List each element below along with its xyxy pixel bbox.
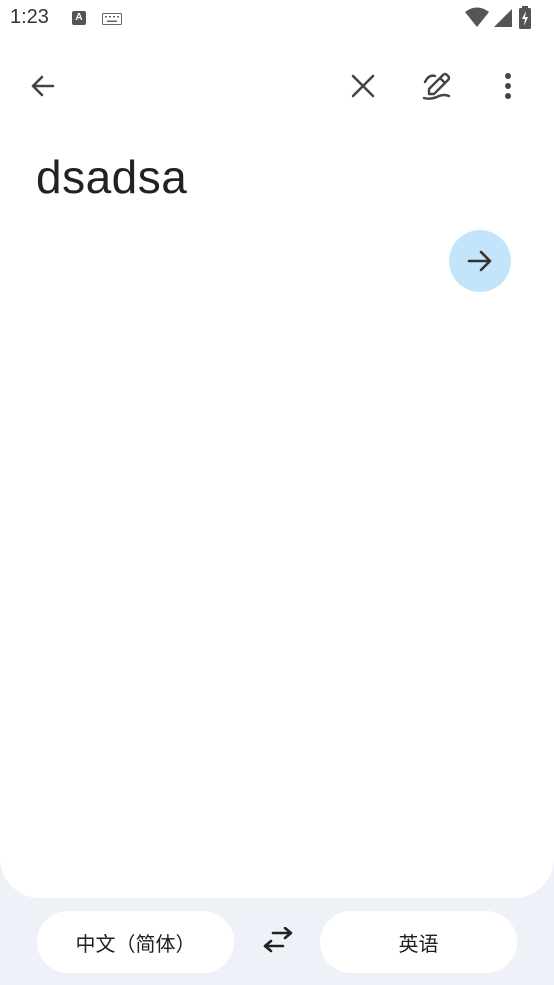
status-bar: 1:23 A [0,0,554,38]
swap-horiz-icon [263,927,293,953]
handwriting-icon [422,72,451,100]
source-language-label: 中文（简体） [75,931,196,956]
wifi-icon [465,7,489,27]
signal-icon [494,9,512,27]
status-time: 1:23 [10,6,49,28]
arrow-back-icon [31,75,55,97]
target-language-label: 英语 [398,931,439,956]
main-panel [0,0,554,898]
battery-charging-icon [519,6,531,29]
source-text-input[interactable]: dsadsa [36,150,187,204]
toolbar [0,52,554,122]
handwriting-button[interactable] [413,62,461,110]
a-notification-icon: A [72,11,86,25]
more-vert-icon [505,73,511,99]
close-icon [351,74,375,98]
source-language-button[interactable]: 中文（简体） [37,911,234,973]
back-button[interactable] [19,62,67,110]
translate-go-button[interactable] [449,230,511,292]
target-language-button[interactable]: 英语 [320,911,517,973]
keyboard-icon [102,12,122,30]
status-icons [464,6,544,30]
more-options-button[interactable] [484,62,532,110]
swap-languages-button[interactable] [254,918,302,966]
clear-button[interactable] [339,62,387,110]
arrow-forward-icon [467,250,492,272]
